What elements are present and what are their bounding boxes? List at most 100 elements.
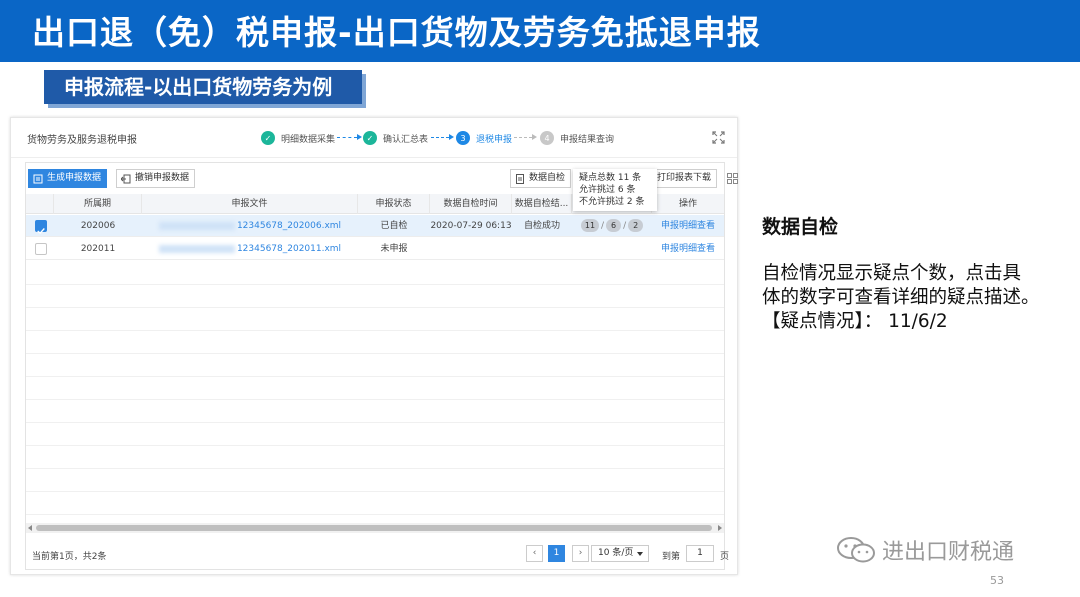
empty-row-line	[26, 376, 724, 377]
button-label: 生成申报数据	[47, 173, 102, 183]
side-description: 自检情况显示疑点个数，点击具 体的数字可查看详细的疑点描述。 【疑点情况】： 1…	[762, 262, 1068, 334]
redacted-block	[158, 244, 235, 253]
status-cell: 未申报	[380, 244, 408, 254]
separator: /	[601, 221, 605, 231]
description-line: 【疑点情况】： 11/6/2	[762, 311, 948, 332]
doubt-allowed-pill[interactable]: 6	[606, 219, 622, 232]
step-number-icon: 3	[456, 131, 470, 145]
page-size-value: 10 条/页	[598, 548, 634, 558]
step-result-query[interactable]: 4 申报结果查询	[540, 130, 614, 146]
period-cell: 202006	[80, 221, 116, 231]
slide-subtitle: 申报流程-以出口货物劳务为例	[44, 70, 362, 104]
page-size-select[interactable]: 10 条/页	[591, 545, 649, 562]
watermark: 进出口财税通	[836, 534, 1014, 566]
app-window: 货物劳务及服务退税申报 ✓ 明细数据采集 ✓ 确认汇总表 3 退税申报 4 申报…	[10, 117, 738, 575]
row-checkbox[interactable]	[35, 243, 47, 255]
document-icon	[516, 173, 524, 184]
check-time-cell	[430, 238, 512, 260]
expand-icon[interactable]	[712, 131, 725, 144]
scroll-left-icon[interactable]	[28, 525, 32, 531]
app-header: 货物劳务及服务退税申报 ✓ 明细数据采集 ✓ 确认汇总表 3 退税申报 4 申报…	[11, 118, 737, 158]
view-detail-link[interactable]: 申报明细查看	[652, 215, 724, 237]
grid-icon[interactable]	[727, 173, 738, 184]
horizontal-scrollbar[interactable]	[26, 523, 724, 533]
revoke-declaration-button[interactable]: 撤销申报数据	[116, 169, 196, 188]
column-header: 数据自检结...	[512, 194, 572, 214]
empty-row-line	[26, 468, 724, 469]
doubt-count-cell: 11/6/2	[572, 215, 652, 237]
step-data-collection[interactable]: ✓ 明细数据采集	[261, 130, 335, 146]
print-download-button[interactable]: 打印报表下载	[653, 169, 718, 188]
row-checkbox[interactable]	[35, 220, 47, 235]
column-header: 所属期	[54, 194, 142, 214]
button-label: 撤销申报数据	[135, 173, 190, 183]
empty-row-line	[26, 284, 724, 285]
check-icon: ✓	[363, 131, 377, 145]
file-name: 12345678_202011.xml	[236, 244, 342, 254]
prev-page-button[interactable]: ‹	[526, 545, 543, 562]
view-detail-link[interactable]: 申报明细查看	[652, 238, 724, 260]
empty-row-line	[26, 330, 724, 331]
check-result-cell	[512, 238, 572, 260]
status-cell: 已自检	[380, 221, 408, 231]
check-icon	[37, 228, 45, 235]
side-heading: 数据自检	[762, 216, 839, 238]
empty-row-line	[26, 514, 724, 515]
step-arrow-icon	[337, 134, 362, 140]
page-button-current[interactable]: 1	[548, 545, 565, 562]
doubt-forbidden-pill[interactable]: 2	[628, 219, 644, 232]
column-header: 申报状态	[358, 194, 430, 214]
goto-label: 到第	[662, 552, 681, 562]
watermark-text: 进出口财税通	[882, 540, 1015, 565]
pagination-info: 当前第1页，共2条	[32, 552, 107, 562]
step-refund-declare[interactable]: 3 退税申报	[456, 130, 512, 146]
wechat-icon	[837, 537, 875, 563]
scroll-right-icon[interactable]	[718, 525, 722, 531]
table-row[interactable]: 202011 12345678_202011.xml 未申报 申报明细查看	[26, 238, 724, 260]
next-page-button[interactable]: ›	[572, 545, 589, 562]
scroll-thumb[interactable]	[36, 525, 712, 531]
column-header: 操作	[678, 199, 697, 209]
check-result-cell: 自检成功	[523, 221, 560, 231]
file-link[interactable]: 12345678_202006.xml	[142, 215, 358, 237]
button-label: 数据自检	[529, 173, 566, 183]
step-label: 退税申报	[476, 134, 513, 145]
doubt-total-pill[interactable]: 11	[580, 219, 600, 232]
generate-declaration-button[interactable]: 生成申报数据	[28, 169, 108, 188]
header-checkbox-cell	[26, 194, 54, 214]
step-label: 明细数据采集	[281, 134, 336, 145]
content-panel: 生成申报数据 撤销申报数据 数据自检 打印报表下载 所属期 申报文件 申报状态 …	[25, 162, 738, 570]
page-suffix: 页	[720, 552, 730, 562]
self-check-button[interactable]: 数据自检	[510, 169, 572, 188]
file-link[interactable]: 12345678_202011.xml	[142, 238, 358, 260]
step-arrow-icon	[431, 134, 454, 140]
column-header: 数据自检时间	[430, 194, 512, 214]
document-icon	[33, 174, 43, 183]
app-name: 货物劳务及服务退税申报	[27, 135, 137, 146]
step-confirm-summary[interactable]: ✓ 确认汇总表	[363, 130, 428, 146]
table-row[interactable]: 202006 12345678_202006.xml 已自检 2020-07-2…	[26, 215, 724, 237]
description-line: 体的数字可查看详细的疑点描述。	[762, 287, 1040, 308]
file-name: 12345678_202006.xml	[236, 221, 342, 231]
button-label: 打印报表下载	[657, 173, 712, 183]
description-line: 自检情况显示疑点个数，点击具	[762, 263, 1022, 284]
slide-header: 出口退（免）税申报-出口货物及劳务免抵退申报	[0, 0, 1080, 62]
revoke-icon	[121, 174, 131, 183]
column-header: 申报文件	[142, 194, 358, 214]
period-cell: 202011	[80, 244, 116, 254]
tooltip-line: 允许挑过 6 条	[579, 185, 636, 195]
page-number: 53	[990, 574, 1004, 587]
tooltip-line: 疑点总数 11 条	[579, 173, 642, 183]
chevron-down-icon	[637, 552, 643, 556]
empty-row-line	[26, 353, 724, 354]
empty-row-line	[26, 491, 724, 492]
step-arrow-icon	[514, 134, 537, 140]
empty-row-line	[26, 307, 724, 308]
empty-row-line	[26, 445, 724, 446]
tooltip-line: 不允许挑过 2 条	[579, 197, 645, 207]
separator: /	[623, 221, 627, 231]
doubt-tooltip: 疑点总数 11 条 允许挑过 6 条 不允许挑过 2 条	[573, 169, 657, 211]
empty-row-line	[26, 422, 724, 423]
check-icon: ✓	[261, 131, 275, 145]
goto-page-input[interactable]: 1	[686, 545, 714, 562]
